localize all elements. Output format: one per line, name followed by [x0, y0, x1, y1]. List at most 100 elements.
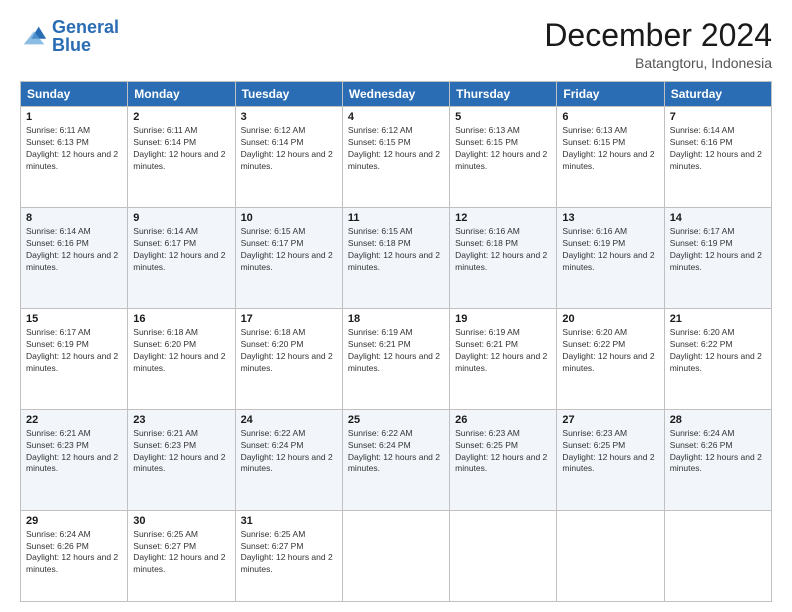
sunset-label: Sunset: 6:26 PM	[26, 541, 89, 551]
day-number: 11	[348, 212, 444, 224]
daylight-label: Daylight: 12 hours and 2 minutes.	[348, 452, 440, 474]
daylight-label: Daylight: 12 hours and 2 minutes.	[670, 250, 762, 272]
day-number: 6	[562, 111, 658, 123]
calendar-week-1: 1 Sunrise: 6:11 AM Sunset: 6:13 PM Dayli…	[21, 107, 772, 208]
table-row: 2 Sunrise: 6:11 AM Sunset: 6:14 PM Dayli…	[128, 107, 235, 208]
daylight-label: Daylight: 12 hours and 2 minutes.	[26, 351, 118, 373]
sunrise-label: Sunrise: 6:14 AM	[26, 226, 91, 236]
sunrise-label: Sunrise: 6:24 AM	[26, 529, 91, 539]
sunset-label: Sunset: 6:27 PM	[133, 541, 196, 551]
day-number: 5	[455, 111, 551, 123]
table-row: 10 Sunrise: 6:15 AM Sunset: 6:17 PM Dayl…	[235, 208, 342, 309]
day-number: 21	[670, 313, 766, 325]
daylight-label: Daylight: 12 hours and 2 minutes.	[562, 250, 654, 272]
table-row: 17 Sunrise: 6:18 AM Sunset: 6:20 PM Dayl…	[235, 308, 342, 409]
day-info: Sunrise: 6:13 AM Sunset: 6:15 PM Dayligh…	[455, 125, 551, 173]
sunset-label: Sunset: 6:17 PM	[133, 238, 196, 248]
day-number: 23	[133, 414, 229, 426]
sunset-label: Sunset: 6:27 PM	[241, 541, 304, 551]
daylight-label: Daylight: 12 hours and 2 minutes.	[241, 452, 333, 474]
day-info: Sunrise: 6:16 AM Sunset: 6:19 PM Dayligh…	[562, 226, 658, 274]
header-tuesday: Tuesday	[235, 82, 342, 107]
day-info: Sunrise: 6:24 AM Sunset: 6:26 PM Dayligh…	[670, 428, 766, 476]
header-thursday: Thursday	[450, 82, 557, 107]
sunrise-label: Sunrise: 6:25 AM	[241, 529, 306, 539]
table-row: 5 Sunrise: 6:13 AM Sunset: 6:15 PM Dayli…	[450, 107, 557, 208]
logo-text: General Blue	[52, 18, 119, 54]
table-row	[664, 510, 771, 601]
table-row: 9 Sunrise: 6:14 AM Sunset: 6:17 PM Dayli…	[128, 208, 235, 309]
sunset-label: Sunset: 6:16 PM	[670, 137, 733, 147]
day-number: 15	[26, 313, 122, 325]
day-number: 4	[348, 111, 444, 123]
logo: General Blue	[20, 18, 119, 54]
daylight-label: Daylight: 12 hours and 2 minutes.	[133, 250, 225, 272]
sunset-label: Sunset: 6:21 PM	[455, 339, 518, 349]
sunset-label: Sunset: 6:24 PM	[241, 440, 304, 450]
day-number: 16	[133, 313, 229, 325]
main-title: December 2024	[544, 18, 772, 53]
table-row: 1 Sunrise: 6:11 AM Sunset: 6:13 PM Dayli…	[21, 107, 128, 208]
day-info: Sunrise: 6:11 AM Sunset: 6:14 PM Dayligh…	[133, 125, 229, 173]
sunset-label: Sunset: 6:25 PM	[562, 440, 625, 450]
table-row: 4 Sunrise: 6:12 AM Sunset: 6:15 PM Dayli…	[342, 107, 449, 208]
day-info: Sunrise: 6:12 AM Sunset: 6:14 PM Dayligh…	[241, 125, 337, 173]
day-info: Sunrise: 6:23 AM Sunset: 6:25 PM Dayligh…	[455, 428, 551, 476]
sunrise-label: Sunrise: 6:14 AM	[133, 226, 198, 236]
sunset-label: Sunset: 6:20 PM	[241, 339, 304, 349]
table-row: 29 Sunrise: 6:24 AM Sunset: 6:26 PM Dayl…	[21, 510, 128, 601]
sunset-label: Sunset: 6:25 PM	[455, 440, 518, 450]
day-number: 7	[670, 111, 766, 123]
sunset-label: Sunset: 6:17 PM	[241, 238, 304, 248]
table-row: 18 Sunrise: 6:19 AM Sunset: 6:21 PM Dayl…	[342, 308, 449, 409]
sunrise-label: Sunrise: 6:12 AM	[241, 125, 306, 135]
daylight-label: Daylight: 12 hours and 2 minutes.	[455, 452, 547, 474]
sunrise-label: Sunrise: 6:18 AM	[133, 327, 198, 337]
logo-icon	[20, 22, 48, 50]
day-number: 30	[133, 515, 229, 527]
sunset-label: Sunset: 6:24 PM	[348, 440, 411, 450]
calendar-week-5: 29 Sunrise: 6:24 AM Sunset: 6:26 PM Dayl…	[21, 510, 772, 601]
sunrise-label: Sunrise: 6:11 AM	[133, 125, 197, 135]
sunset-label: Sunset: 6:18 PM	[455, 238, 518, 248]
sunrise-label: Sunrise: 6:22 AM	[348, 428, 413, 438]
day-info: Sunrise: 6:11 AM Sunset: 6:13 PM Dayligh…	[26, 125, 122, 173]
sunset-label: Sunset: 6:13 PM	[26, 137, 89, 147]
sunset-label: Sunset: 6:19 PM	[670, 238, 733, 248]
sunrise-label: Sunrise: 6:11 AM	[26, 125, 90, 135]
table-row: 28 Sunrise: 6:24 AM Sunset: 6:26 PM Dayl…	[664, 409, 771, 510]
table-row: 15 Sunrise: 6:17 AM Sunset: 6:19 PM Dayl…	[21, 308, 128, 409]
day-info: Sunrise: 6:12 AM Sunset: 6:15 PM Dayligh…	[348, 125, 444, 173]
daylight-label: Daylight: 12 hours and 2 minutes.	[26, 250, 118, 272]
daylight-label: Daylight: 12 hours and 2 minutes.	[133, 149, 225, 171]
table-row: 27 Sunrise: 6:23 AM Sunset: 6:25 PM Dayl…	[557, 409, 664, 510]
daylight-label: Daylight: 12 hours and 2 minutes.	[133, 351, 225, 373]
subtitle: Batangtoru, Indonesia	[544, 55, 772, 71]
daylight-label: Daylight: 12 hours and 2 minutes.	[26, 452, 118, 474]
table-row: 20 Sunrise: 6:20 AM Sunset: 6:22 PM Dayl…	[557, 308, 664, 409]
table-row: 12 Sunrise: 6:16 AM Sunset: 6:18 PM Dayl…	[450, 208, 557, 309]
sunrise-label: Sunrise: 6:13 AM	[562, 125, 627, 135]
day-info: Sunrise: 6:17 AM Sunset: 6:19 PM Dayligh…	[26, 327, 122, 375]
table-row: 31 Sunrise: 6:25 AM Sunset: 6:27 PM Dayl…	[235, 510, 342, 601]
day-number: 25	[348, 414, 444, 426]
sunrise-label: Sunrise: 6:23 AM	[562, 428, 627, 438]
day-number: 1	[26, 111, 122, 123]
table-row: 16 Sunrise: 6:18 AM Sunset: 6:20 PM Dayl…	[128, 308, 235, 409]
header: General Blue December 2024 Batangtoru, I…	[20, 18, 772, 71]
sunrise-label: Sunrise: 6:15 AM	[348, 226, 413, 236]
daylight-label: Daylight: 12 hours and 2 minutes.	[26, 552, 118, 574]
table-row	[557, 510, 664, 601]
day-info: Sunrise: 6:17 AM Sunset: 6:19 PM Dayligh…	[670, 226, 766, 274]
daylight-label: Daylight: 12 hours and 2 minutes.	[562, 351, 654, 373]
table-row: 30 Sunrise: 6:25 AM Sunset: 6:27 PM Dayl…	[128, 510, 235, 601]
table-row	[450, 510, 557, 601]
header-sunday: Sunday	[21, 82, 128, 107]
sunrise-label: Sunrise: 6:19 AM	[348, 327, 413, 337]
day-info: Sunrise: 6:16 AM Sunset: 6:18 PM Dayligh…	[455, 226, 551, 274]
daylight-label: Daylight: 12 hours and 2 minutes.	[241, 552, 333, 574]
daylight-label: Daylight: 12 hours and 2 minutes.	[562, 452, 654, 474]
sunset-label: Sunset: 6:15 PM	[348, 137, 411, 147]
daylight-label: Daylight: 12 hours and 2 minutes.	[348, 351, 440, 373]
sunset-label: Sunset: 6:23 PM	[133, 440, 196, 450]
